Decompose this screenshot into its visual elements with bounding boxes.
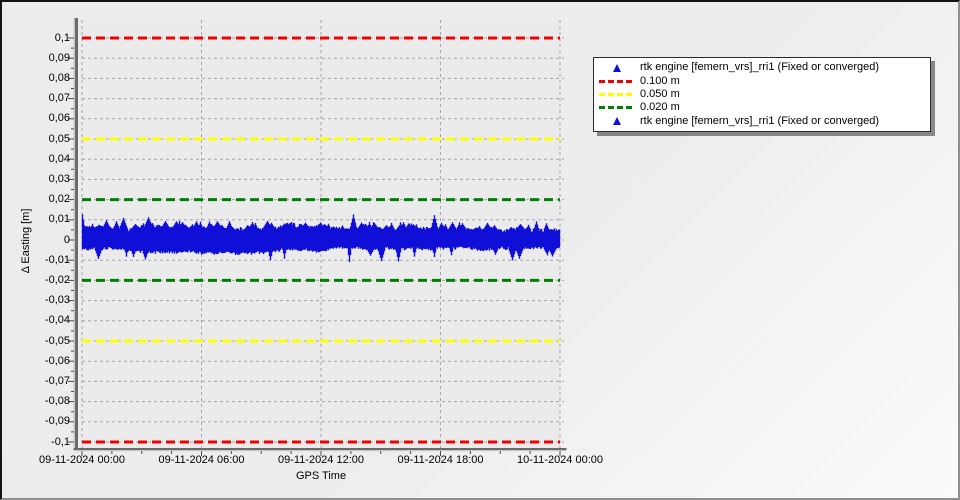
y-tick-label: 0,08 — [48, 71, 70, 84]
y-tick-label: 0,09 — [48, 51, 70, 64]
legend: rtk engine [femern_vrs]_rri1 (Fixed or c… — [593, 57, 931, 132]
legend-entry: rtk engine [femern_vrs]_rri1 (Fixed or c… — [594, 61, 930, 74]
dashed-line-swatch-icon — [599, 92, 635, 96]
x-axis-title: GPS Time — [295, 470, 347, 482]
y-axis-title: Δ Easting [m] — [20, 208, 32, 274]
triangle-marker-icon — [613, 63, 621, 72]
y-tick-label: 0,1 — [54, 31, 70, 44]
legend-entry-label: 0.100 m — [640, 74, 680, 87]
x-tick-label: 10-11-2024 00:00 — [516, 454, 604, 466]
triangle-marker-icon — [594, 117, 640, 126]
legend-entry-label: rtk engine [femern_vrs]_rri1 (Fixed or c… — [640, 61, 880, 74]
x-tick-label: 09-11-2024 12:00 — [277, 454, 365, 466]
y-tick-label: 0,04 — [48, 152, 70, 165]
y-tick-label: -0,05 — [44, 334, 70, 347]
legend-entry-label: 0.020 m — [640, 101, 680, 114]
y-tick-label: -0,02 — [44, 273, 70, 286]
y-tick-label: -0,07 — [44, 374, 70, 387]
dashed-line-swatch-icon — [594, 79, 640, 83]
dashed-line-swatch-icon — [599, 79, 635, 83]
chart-frame: 0,1 0,09 0,08 0,07 0,06 0,05 0,04 0,03 0,02 0,01 0… — [0, 0, 960, 500]
y-tick-label: 0,07 — [48, 92, 70, 105]
y-tick-label: -0,1 — [51, 435, 70, 448]
y-tick-label: -0,08 — [44, 395, 70, 408]
y-tick-label: 0,03 — [48, 172, 70, 185]
legend-entry: rtk engine [femern_vrs]_rri1 (Fixed or c… — [594, 115, 930, 128]
triangle-marker-icon — [613, 117, 621, 126]
y-tick-label: -0,09 — [44, 415, 70, 428]
y-tick-label: -0,06 — [44, 354, 70, 367]
dashed-line-swatch-icon — [594, 106, 640, 110]
dashed-line-swatch-icon — [599, 106, 635, 110]
legend-entry: 0.020 m — [594, 101, 930, 114]
legend-entry-label: rtk engine [femern_vrs]_rri1 (Fixed or c… — [640, 114, 880, 127]
x-tick-label: 09-11-2024 06:00 — [158, 454, 245, 466]
y-tick-label: -0,04 — [44, 314, 70, 327]
y-tick-label: 0,05 — [48, 132, 70, 145]
y-tick-label: -0,03 — [44, 294, 70, 307]
legend-entry: 0.050 m — [594, 88, 930, 101]
y-tick-label: 0,06 — [48, 112, 70, 125]
y-tick-label: 0,02 — [48, 193, 70, 206]
x-tick-label: 09-11-2024 00:00 — [38, 454, 126, 466]
dashed-line-swatch-icon — [594, 92, 640, 96]
x-tick-label: 09-11-2024 18:00 — [397, 454, 484, 466]
triangle-marker-icon — [594, 63, 640, 72]
legend-entry-label: 0.050 m — [640, 87, 680, 100]
legend-entry: 0.100 m — [594, 74, 930, 87]
